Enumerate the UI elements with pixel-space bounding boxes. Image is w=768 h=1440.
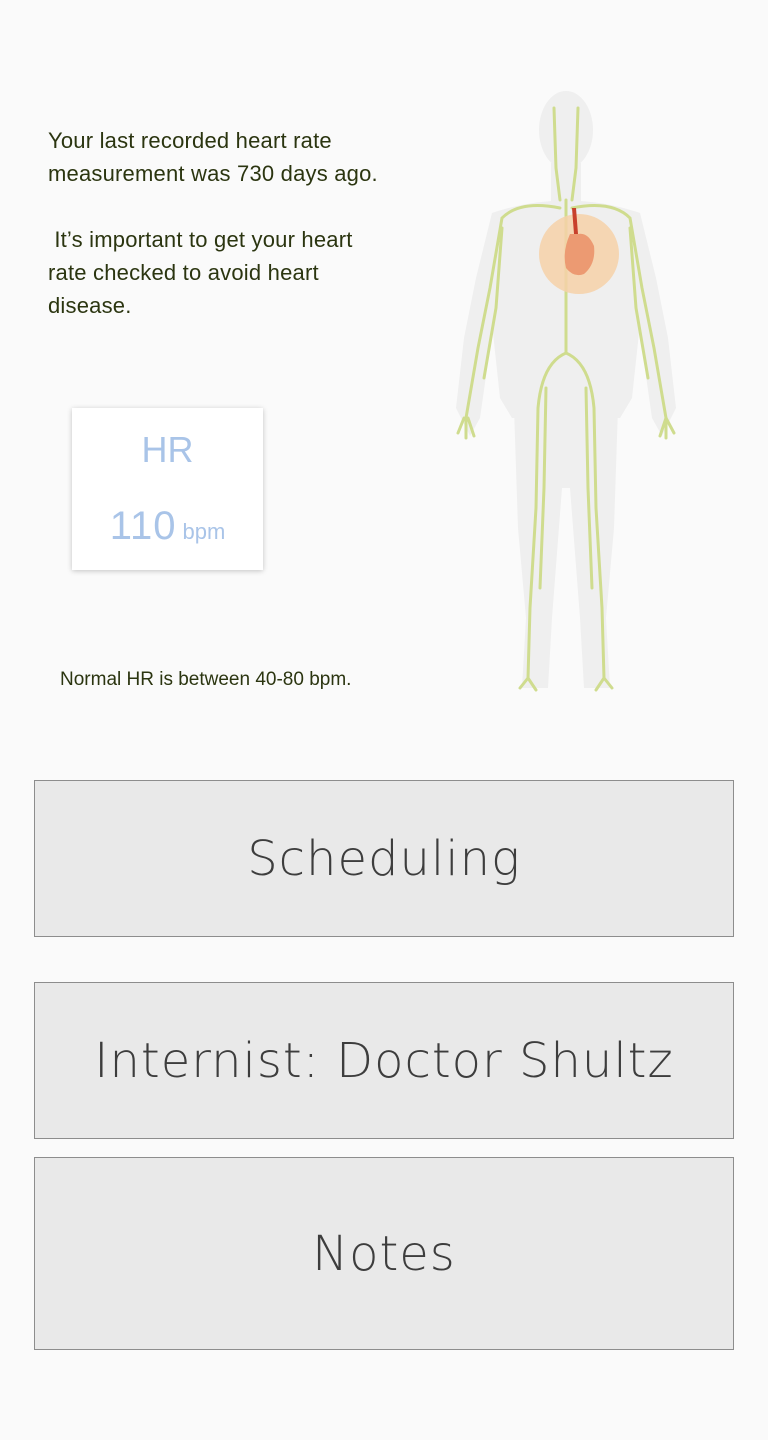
normal-hr-note: Normal HR is between 40-80 bpm.	[60, 669, 352, 690]
hr-unit: bpm	[182, 519, 226, 544]
circulatory-system-illustration	[456, 91, 676, 692]
hr-label: HR	[141, 429, 194, 470]
heart-rate-card: HR 110 bpm	[72, 408, 263, 570]
internist-label: Internist: Doctor Shultz	[94, 1032, 674, 1089]
hr-value: 110	[109, 504, 177, 548]
internist-button[interactable]: Internist: Doctor Shultz	[34, 982, 734, 1139]
notes-label: Notes	[312, 1225, 456, 1282]
heart-rate-warning-text: It’s important to get your heart rate ch…	[48, 227, 359, 318]
hr-value-row: 110 bpm	[72, 502, 263, 559]
heart-rate-info: Your last recorded heart rate measuremen…	[48, 124, 428, 322]
scheduling-button[interactable]: Scheduling	[34, 780, 734, 937]
last-measurement-text: Your last recorded heart rate measuremen…	[48, 128, 378, 186]
body-silhouette	[456, 91, 676, 688]
notes-button[interactable]: Notes	[34, 1157, 734, 1350]
scheduling-label: Scheduling	[247, 830, 521, 887]
